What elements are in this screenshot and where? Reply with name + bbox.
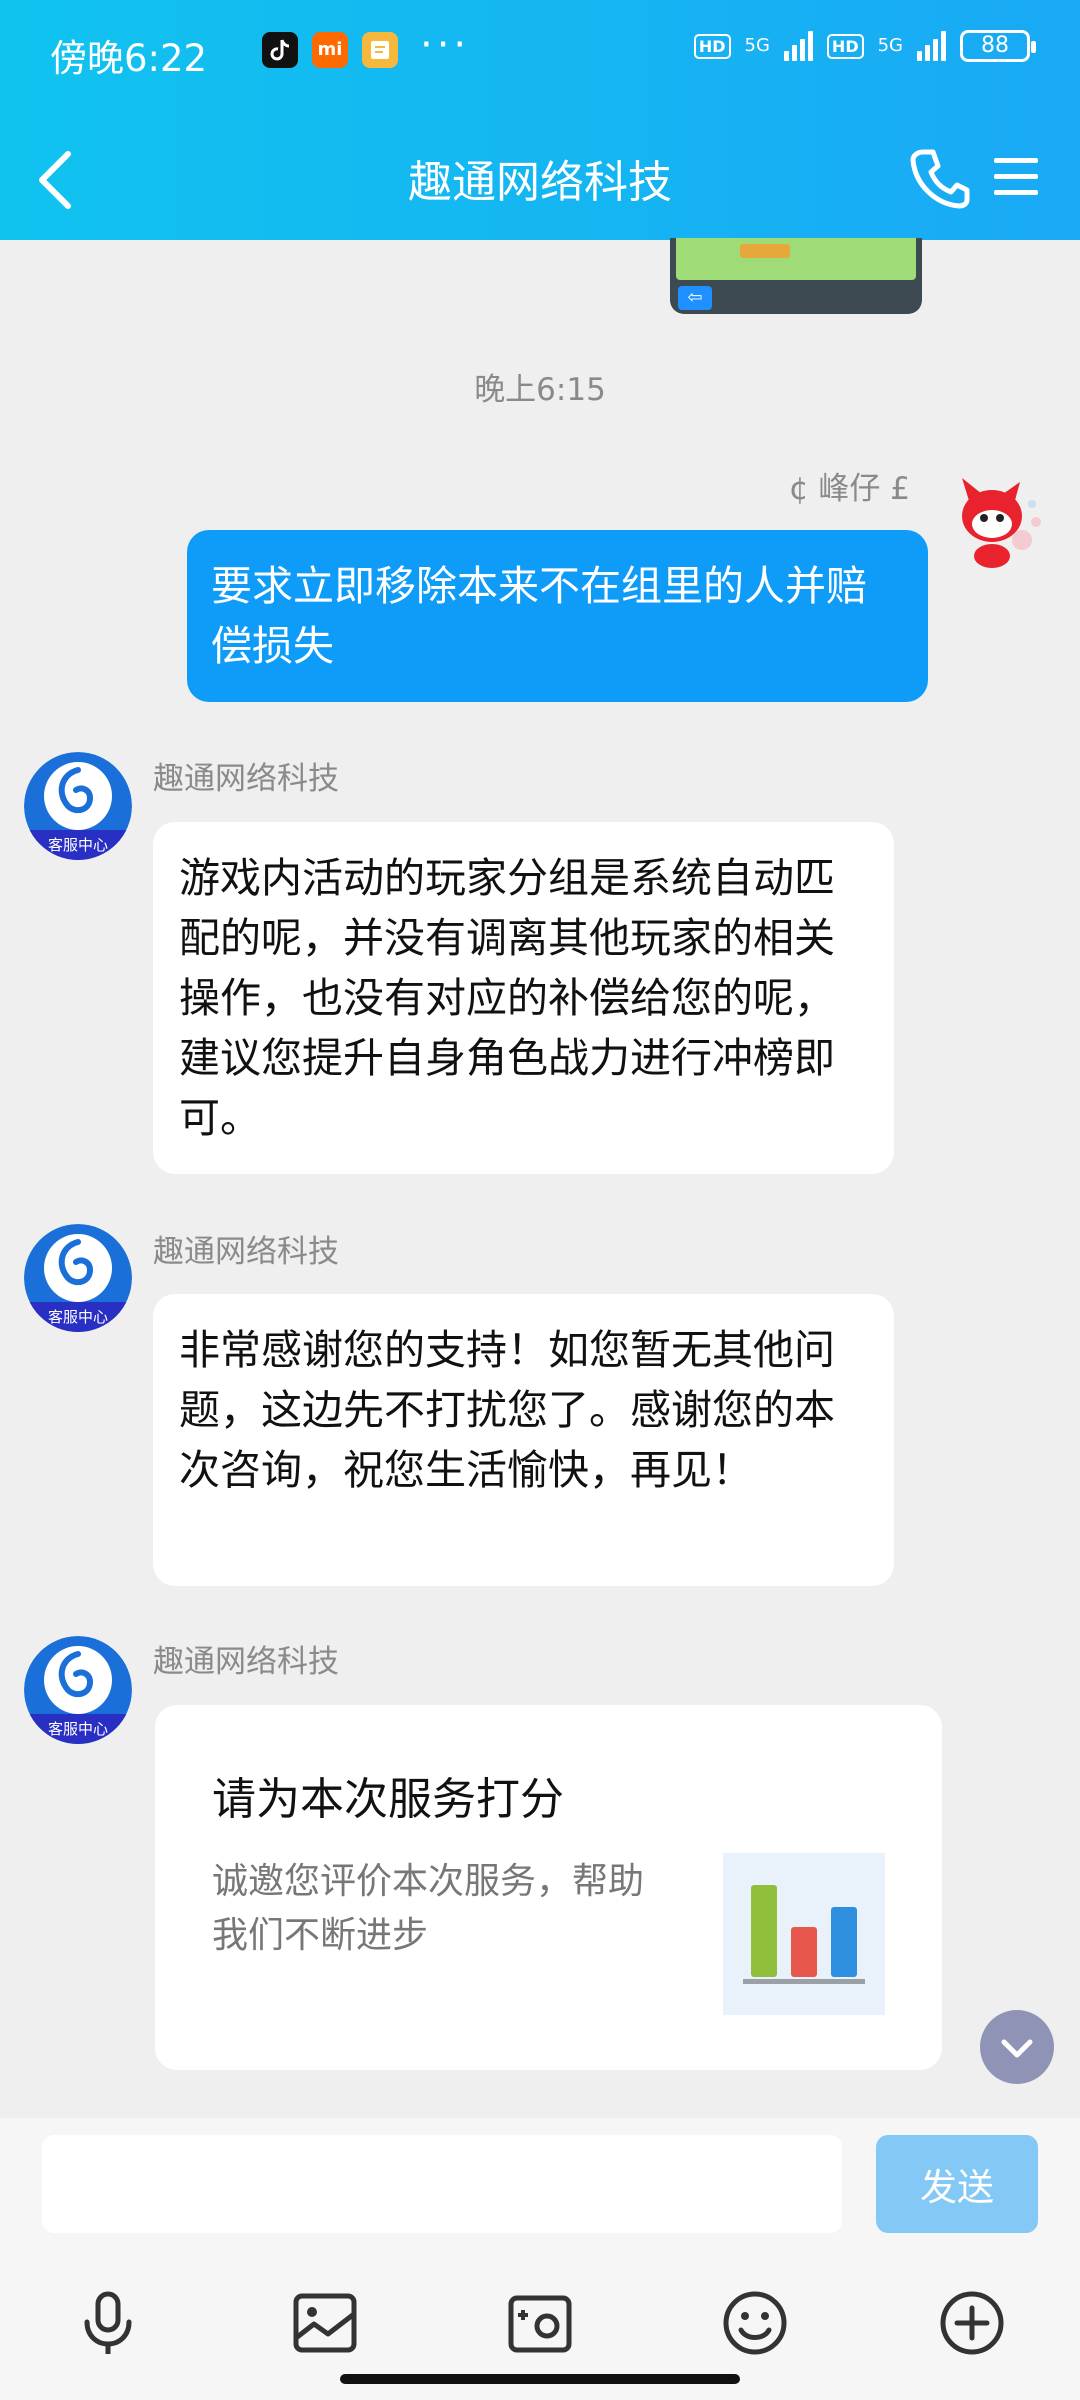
status-time: 傍晚6:22 (50, 37, 208, 80)
nav-bar: 趣通网络科技 (0, 120, 1080, 240)
send-button[interactable]: 发送 (876, 2135, 1038, 2233)
signal-icon (783, 31, 813, 61)
mi-icon: mi (312, 32, 348, 68)
bar-chart-icon (723, 1853, 885, 2015)
service-avatar[interactable]: 客服中心 (24, 1636, 132, 1744)
message-input[interactable] (42, 2135, 842, 2233)
chevron-down-icon (1001, 2039, 1033, 2058)
rating-description: 诚邀您评价本次服务，帮助我们不断进步 (212, 1861, 645, 1956)
image-thumbnail (676, 238, 916, 280)
emoji-icon (723, 2291, 787, 2355)
image-button[interactable] (290, 2288, 360, 2358)
my-message-bubble[interactable]: 要求立即移除本来不在组里的人并赔偿损失 (187, 530, 928, 702)
status-more-dots: ··· (420, 22, 471, 68)
sender-name: 趣通网络科技 (153, 1234, 339, 1270)
avatar-label: 客服中心 (48, 1720, 108, 1738)
service-avatar[interactable]: 客服中心 (24, 1224, 132, 1332)
my-avatar[interactable] (940, 460, 1060, 580)
avatar-label: 客服中心 (48, 836, 108, 854)
service-avatar[interactable]: 客服中心 (24, 752, 132, 860)
network-type: 5G (877, 35, 903, 56)
status-bar: 傍晚6:22 mi ··· HD 5G HD 5G 88 (0, 0, 1080, 105)
hd-badge: HD (826, 33, 864, 59)
my-nickname: ¢ 峰仔 £ (788, 471, 910, 507)
image-thumbnail-label (740, 244, 790, 258)
avatar-label: 客服中心 (48, 1308, 108, 1326)
share-arrow-icon: ⇦ (678, 286, 712, 310)
signal-icon (917, 31, 946, 61)
rating-card[interactable]: 请为本次服务打分 诚邀您评价本次服务，帮助我们不断进步 (155, 1705, 942, 2070)
plus-circle-icon (940, 2291, 1004, 2355)
hd-badge: HD (693, 33, 731, 59)
phone-icon (910, 149, 970, 209)
image-icon (293, 2293, 357, 2353)
voice-button[interactable] (73, 2288, 143, 2358)
emoji-button[interactable] (720, 2288, 790, 2358)
camera-icon (508, 2295, 572, 2353)
battery-icon: 88 (960, 30, 1036, 62)
rating-title: 请为本次服务打分 (212, 1774, 564, 1825)
camera-button[interactable] (505, 2288, 575, 2358)
tiktok-icon (262, 32, 298, 68)
home-indicator[interactable] (340, 2374, 740, 2384)
service-message-bubble[interactable]: 游戏内活动的玩家分组是系统自动匹配的呢，并没有调离其他玩家的相关操作，也没有对应… (153, 822, 894, 1174)
image-message[interactable]: ⇦ (670, 238, 922, 314)
sender-name: 趣通网络科技 (153, 1644, 339, 1680)
scroll-to-bottom-button[interactable] (980, 2010, 1054, 2084)
service-message-bubble[interactable]: 非常感谢您的支持！如您暂无其他问题，这边先不打扰您了。感谢您的本次咨询，祝您生活… (153, 1294, 894, 1586)
sender-name: 趣通网络科技 (153, 761, 339, 797)
notes-icon (362, 32, 398, 68)
network-type: 5G (744, 35, 770, 56)
menu-button[interactable] (990, 150, 1042, 202)
more-button[interactable] (937, 2288, 1007, 2358)
microphone-icon (84, 2291, 132, 2354)
app-header: 傍晚6:22 mi ··· HD 5G HD 5G 88 趣通网络科技 (0, 0, 1080, 240)
status-indicators: HD 5G HD 5G 88 (693, 30, 1036, 62)
message-timestamp: 晚上6:15 (474, 372, 606, 408)
menu-icon (994, 158, 1038, 195)
call-button[interactable] (905, 142, 975, 212)
input-bar: 发送 (0, 2118, 1080, 2250)
